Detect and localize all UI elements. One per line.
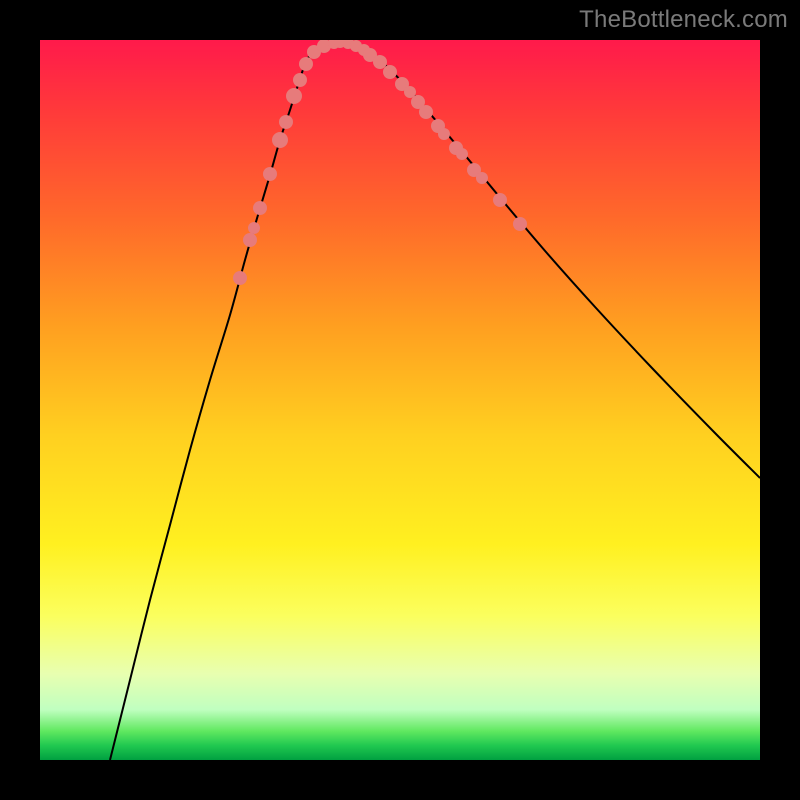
data-marker: [373, 55, 387, 69]
data-marker: [248, 222, 260, 234]
data-marker: [438, 128, 450, 140]
data-marker: [419, 105, 433, 119]
watermark-text: TheBottleneck.com: [579, 6, 788, 34]
data-markers: [233, 40, 527, 285]
data-marker: [293, 73, 307, 87]
data-marker: [513, 217, 527, 231]
data-marker: [383, 65, 397, 79]
plot-area: [40, 40, 760, 760]
data-marker: [493, 193, 507, 207]
data-marker: [263, 167, 277, 181]
data-marker: [456, 148, 468, 160]
data-marker: [476, 172, 488, 184]
data-marker: [253, 201, 267, 215]
data-marker: [233, 271, 247, 285]
bottleneck-curve: [110, 42, 760, 760]
data-marker: [243, 233, 257, 247]
data-marker: [272, 132, 288, 148]
data-marker: [286, 88, 302, 104]
chart-frame: TheBottleneck.com: [0, 0, 800, 800]
data-marker: [299, 57, 313, 71]
chart-svg: [40, 40, 760, 760]
data-marker: [279, 115, 293, 129]
